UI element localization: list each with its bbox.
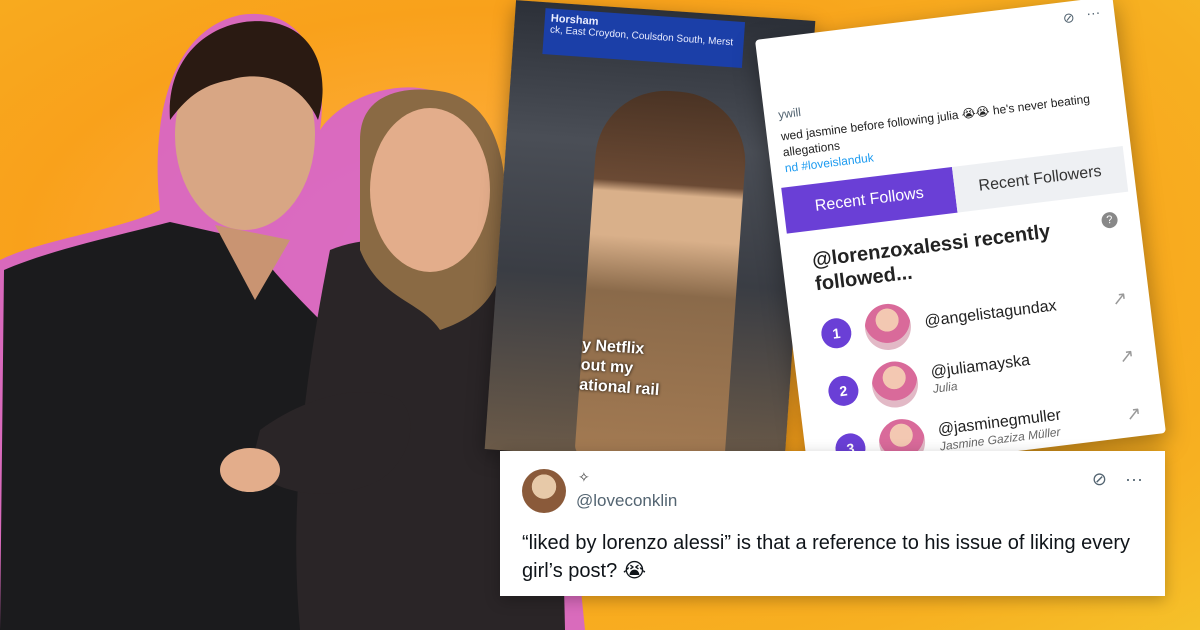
more-icon[interactable]: ··· bbox=[1125, 469, 1143, 490]
grok-icon[interactable]: ⊘ bbox=[1092, 469, 1107, 490]
tweet-username[interactable]: @loveconklin bbox=[576, 491, 677, 511]
avatar[interactable] bbox=[862, 301, 914, 353]
tweet-card: ✧ @loveconklin ⊘ ··· “liked by lorenzo a… bbox=[500, 451, 1165, 596]
grok-icon[interactable]: ⊘ bbox=[1062, 9, 1076, 27]
rank-badge: 2 bbox=[826, 374, 861, 408]
destination-sign: Horsham ck, East Croydon, Coulsdon South… bbox=[542, 8, 746, 69]
help-icon[interactable]: ? bbox=[1100, 211, 1119, 230]
tweet-text: “liked by lorenzo alessi” is that a refe… bbox=[522, 532, 1131, 582]
card-username[interactable]: ywill bbox=[777, 105, 801, 122]
external-link-icon[interactable]: ↗ bbox=[1125, 402, 1143, 425]
external-link-icon[interactable]: ↗ bbox=[1111, 287, 1129, 310]
video-caption: y Netflix out my ational rail bbox=[578, 336, 660, 400]
follow-handle[interactable]: @angelistagundax bbox=[924, 297, 1058, 331]
follows-card: ⊘ ··· ywill wed jasmine before following… bbox=[755, 0, 1166, 477]
avatar[interactable] bbox=[522, 469, 566, 513]
card-text-1: wed jasmine before following julia 😭😭 he… bbox=[780, 91, 1091, 144]
avatar[interactable] bbox=[869, 358, 921, 411]
external-link-icon[interactable]: ↗ bbox=[1118, 345, 1136, 368]
sparkle-icon: ✧ bbox=[578, 469, 590, 485]
more-icon[interactable]: ··· bbox=[1085, 4, 1101, 22]
passenger-woman bbox=[574, 86, 750, 466]
rank-badge: 1 bbox=[819, 316, 854, 350]
